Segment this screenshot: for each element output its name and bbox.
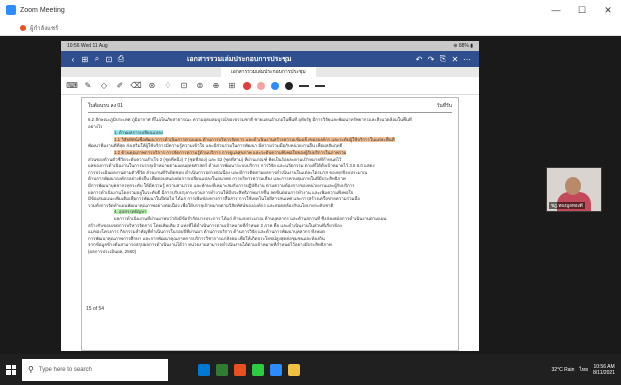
taskbar-app-excel[interactable] — [216, 363, 228, 376]
tablet-status-right: ⊛ 88% ▮ — [453, 43, 473, 49]
document-line: อย่างไร — [88, 123, 103, 129]
color-swatch-red[interactable] — [243, 81, 251, 90]
image-icon[interactable]: ⊡ — [179, 81, 189, 91]
search-icon: ⚲ — [28, 365, 34, 374]
document-line: แม่ของโครงการ กิจกรรมสำคัญที่ดำเนินการใน… — [88, 229, 325, 235]
taskbar-app-office[interactable] — [234, 363, 246, 376]
taskbar-search-placeholder: Type here to search — [38, 366, 92, 373]
document-line: รวมทั้งการจัดทำแผนพัฒนาคุณภาพอย่างต่อเนื… — [88, 202, 334, 208]
pencil-icon[interactable]: ✐ — [115, 81, 125, 91]
highlighter-icon[interactable]: ◇ — [99, 81, 109, 91]
taskbar-clock[interactable]: 10:56 AM 8/11/2021 — [593, 364, 615, 376]
taskbar-app-explorer[interactable] — [288, 363, 300, 376]
tab-document[interactable]: เอกสารรวมเล่มประกอบการประชุม — [221, 67, 316, 77]
search-icon[interactable]: ⌕ — [91, 54, 103, 64]
more-icon[interactable]: ⋯ — [461, 55, 473, 64]
keyboard-icon[interactable]: ⌨ — [66, 81, 78, 91]
participant-video-tile[interactable]: ชฎ.ทองมูลทองดี — [546, 167, 602, 212]
shared-screen-area: 10:56 Wed 11 Aug ⊛ 88% ▮ ‹ ⊞ ⌕ ⊡ ⎙ เอกสา… — [0, 36, 621, 354]
share-indicator-bar: ผู้กำลังแชร์ — [0, 20, 621, 36]
close-doc-icon[interactable]: ✕ — [449, 55, 461, 64]
weather-widget[interactable]: 32°C Rain — [552, 367, 575, 373]
document-line: 1.1 วิสัยทัศน์เพื่อพัฒนาการดำเนินการตามแ… — [114, 136, 395, 142]
windows-logo-icon — [6, 364, 16, 375]
shared-tablet-screen: 10:56 Wed 11 Aug ⊛ 88% ▮ ‹ ⊞ ⌕ ⊡ ⎙ เอกสา… — [61, 41, 479, 351]
document-line: 4. อุปสรรคปัญหา — [114, 209, 147, 215]
ruler-icon[interactable]: ⊞ — [227, 81, 237, 91]
taskbar-app-line[interactable] — [252, 363, 264, 376]
document-line: 1. ด้านผลการเปลี่ยนแปลง — [114, 130, 163, 136]
page-header-right: วันที่รับ — [436, 103, 452, 109]
color-swatch-blue[interactable] — [271, 81, 279, 90]
document-line: ผลการดำเนินงานโดยรวมอยู่ในระดับดี มีการป… — [88, 189, 354, 195]
shape-icon[interactable]: ♢ — [163, 81, 173, 91]
zoom-logo-icon — [6, 5, 16, 15]
zoom-window: Zoom Meeting — ☐ ✕ ผู้กำลังแชร์ 10:56 We… — [0, 0, 621, 385]
undo-icon[interactable]: ↶ — [413, 55, 425, 64]
document-page: ใบต้อนรบ ลง 01 วันที่รับ 6.2 ลักษณะภูมิป… — [81, 97, 459, 351]
document-line: การประเมินผลงานตามตัวชี้วัด ส่วนงานที่รั… — [88, 169, 368, 175]
maximize-button[interactable]: ☐ — [569, 0, 595, 20]
color-swatch-black[interactable] — [285, 81, 293, 90]
tablet-status-bar: 10:56 Wed 11 Aug ⊛ 88% ▮ — [61, 41, 479, 51]
document-line: การพัฒนาคุณภาพการศึกษา และการพัฒนาคุณภาพ… — [88, 235, 325, 241]
document-line: จากข้อมูลข้างต้นสามารถสรุปผลการดำเนินงาน… — [88, 242, 332, 248]
share-icon[interactable]: ⎙ — [115, 54, 127, 64]
sharing-dot-icon — [20, 24, 26, 31]
pen-icon[interactable]: ✎ — [83, 81, 93, 91]
clock-date: 8/11/2021 — [593, 369, 615, 376]
share-label[interactable]: ผู้กำลังแชร์ — [30, 23, 58, 33]
page-header-left: ใบต้อนรบ ลง 01 — [88, 103, 123, 109]
document-line: ด้านการพัฒนาองค์กรอย่างยั่งยืน เพื่อตอบส… — [88, 176, 346, 182]
lasso-icon[interactable]: ⊛ — [147, 81, 157, 91]
participant-name: ชฎ.ทองมูลทองดี — [549, 202, 585, 209]
export-icon[interactable]: ⎘ — [437, 54, 449, 64]
title-bar: Zoom Meeting — ☐ ✕ — [0, 0, 621, 20]
start-button[interactable] — [0, 354, 22, 385]
close-button[interactable]: ✕ — [595, 0, 621, 20]
document-line: สร้างกับขอบเขตการบริหารจัดการ โดยเพิ่มเต… — [88, 222, 342, 228]
document-line: ผลของการดำเนินงานในการบรรลุเป้าหมายตามแผ… — [88, 163, 375, 169]
taskbar-app-zoom[interactable] — [270, 363, 282, 376]
document-app-header: ‹ ⊞ ⌕ ⊡ ⎙ เอกสารรวมเล่มประกอบการประชุม ↶… — [61, 51, 479, 67]
tablet-status-time: 10:56 Wed 11 Aug — [67, 43, 108, 49]
document-line: 1.2 ด้านคุณภาพการบริการ การจัดการความรู้… — [114, 149, 347, 155]
clock-time: 10:56 AM — [593, 363, 615, 370]
page-header: ใบต้อนรบ ลง 01 วันที่รับ — [88, 102, 452, 113]
text-icon[interactable]: ⊕ — [211, 81, 221, 91]
bookmark-icon[interactable]: ⊡ — [103, 55, 115, 64]
document-line: มีข้อเสนอแนะเพิ่มเติมเพื่อการพัฒนาในปีต่… — [88, 196, 360, 202]
taskbar-app-edge[interactable] — [198, 363, 210, 376]
system-tray: 32°C Rain ไทย 10:56 AM 8/11/2021 — [552, 364, 621, 376]
participant-head — [565, 177, 581, 195]
grid-icon[interactable]: ⊞ — [79, 55, 91, 64]
document-line: มีการพัฒนาบุคลากรทุกระดับ ให้มีความรู้ ค… — [88, 182, 355, 188]
document-line: ส่วนของด้านตัวชี้วัดระดับความสำเร็จ 2 (ช… — [88, 156, 342, 162]
page-body: 6.2 ลักษณะภูมิประเทศ ภูมิอากาศ ที่ไม่เป็… — [88, 117, 452, 255]
document-tabs: เอกสารรวมเล่มประกอบการประชุม — [61, 67, 479, 77]
windows-taskbar: ⚲ Type here to search 32°C Rain ไทย 10:5… — [0, 354, 621, 385]
document-line: (ผลการประเมินผล, 2560) — [88, 248, 137, 254]
minimize-button[interactable]: — — [543, 0, 569, 20]
window-title: Zoom Meeting — [20, 6, 65, 14]
stroke-thin-icon[interactable] — [299, 84, 309, 87]
color-swatch-pink[interactable] — [257, 81, 265, 90]
redo-icon[interactable]: ↷ — [425, 55, 437, 64]
language-indicator[interactable]: ไทย — [579, 366, 588, 374]
document-line: ผลการดำเนินงานที่ผ่านมาพบว่ายังมีข้อจำกั… — [114, 215, 387, 221]
stroke-thick-icon[interactable] — [315, 84, 325, 87]
eraser-icon[interactable]: ⌫ — [130, 81, 141, 91]
window-controls: — ☐ ✕ — [543, 0, 621, 20]
back-icon[interactable]: ‹ — [67, 55, 79, 64]
camera-icon[interactable]: ⊚ — [195, 81, 205, 91]
document-title: เอกสารรวมเล่มประกอบการประชุม — [187, 55, 292, 63]
annotation-toolbar: ⌨ ✎ ◇ ✐ ⌫ ⊛ ♢ ⊡ ⊚ ⊕ ⊞ — [61, 77, 479, 95]
document-line: 6.2 ลักษณะภูมิประเทศ ภูมิอากาศ ที่ไม่เป็… — [88, 117, 412, 122]
page-counter: 15 of 54 — [86, 306, 105, 312]
taskbar-apps — [198, 363, 300, 376]
taskbar-search-box[interactable]: ⚲ Type here to search — [22, 358, 168, 381]
document-line: พัฒนาทีมงานดีที่สุด ส่งเสริมให้ผู้ใช้บริ… — [88, 143, 343, 149]
